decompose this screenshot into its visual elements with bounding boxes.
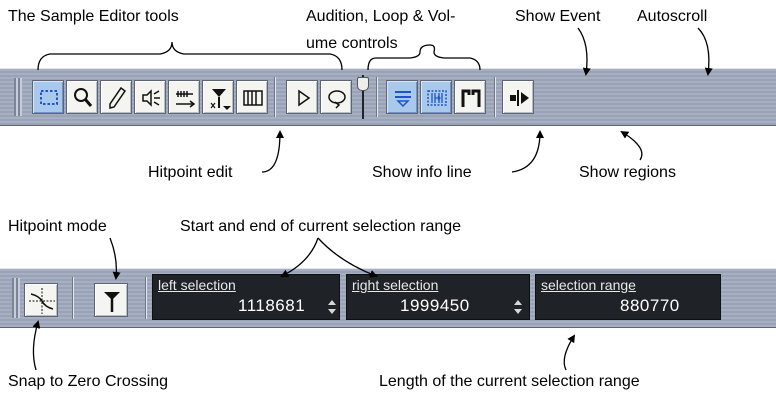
caption-audition-line1: Audition, Loop & Vol- [306,8,456,25]
regions-icon [461,89,481,107]
hitpoint-mode-icon [104,292,120,312]
snap-zero-crossing-button[interactable] [24,283,58,317]
show-event-button[interactable] [420,80,452,114]
loop-icon [328,90,346,109]
selection-range-value: 880770 [620,296,680,315]
audition-button[interactable] [286,80,318,114]
left-selection-display[interactable]: left selection 1118681 [152,274,340,320]
hitpoint-edit-arrow [261,130,284,173]
show-regions-arrow [620,130,643,161]
tools-bracket [37,41,343,71]
volume-slider-handle[interactable] [357,77,369,91]
volume-slider[interactable] [356,75,370,119]
selection-range-label: selection range [541,277,636,293]
play-icon [298,89,311,107]
show-regions-button[interactable] [454,80,486,114]
range-select-icon [40,90,58,105]
right-selection-display[interactable]: right selection 1999450 [346,274,530,320]
zero-crossing-icon [29,288,55,314]
caption-length-selection: Length of the current selection range [379,373,640,390]
range-select-tool-button[interactable] [32,80,64,114]
infobar-separator [72,277,74,319]
snap-zero-crossing-arrow [32,320,41,371]
autoscroll-button[interactable] [502,80,534,114]
info-line-icon [395,91,411,108]
grid-tool-button[interactable] [236,80,268,114]
caption-show-event: Show Event [515,8,601,25]
caption-sample-editor-tools: The Sample Editor tools [8,8,179,25]
caption-hitpoint-mode: Hitpoint mode [8,218,107,235]
show-info-line-arrow [511,130,544,173]
caption-show-info-line: Show info line [372,164,472,181]
toolbar-separator [274,77,276,117]
pencil-icon [109,86,127,109]
grid-icon [243,90,263,106]
scrub-icon [176,91,196,108]
sample-editor-infobar: left selection 1118681 right selection 1… [0,268,776,328]
speaker-play-icon [142,89,160,107]
autoscroll-icon [510,90,529,106]
right-selection-stepper-icon[interactable] [513,297,523,317]
hitpoint-edit-tool-button[interactable] [202,80,234,114]
caption-snap-zero-crossing: Snap to Zero Crossing [8,373,169,390]
magnifier-tool-button[interactable] [66,80,98,114]
caption-hitpoint-edit: Hitpoint edit [148,164,233,181]
caption-audition-line2: ume controls [306,35,398,52]
callout-lines [32,27,713,371]
left-selection-stepper-icon[interactable] [327,297,337,317]
magnifier-icon [74,88,93,107]
caption-start-end-selection: Start and end of current selection range [180,218,462,235]
toolbar-grip[interactable] [14,78,22,116]
caption-autoscroll: Autoscroll [637,8,708,25]
pencil-tool-button[interactable] [100,80,132,114]
event-icon [427,90,447,106]
left-selection-value[interactable]: 1118681 [238,296,305,316]
play-tool-button[interactable] [134,80,166,114]
infobar-grip[interactable] [12,278,20,318]
infobar-separator [145,277,147,319]
selection-range-display: selection range 880770 [535,274,721,320]
loop-button[interactable] [320,80,352,114]
left-selection-label: left selection [158,277,236,293]
show-info-line-button[interactable] [386,80,418,114]
scrub-tool-button[interactable] [168,80,200,114]
toolbar-separator [376,77,378,117]
sample-editor-toolbar [0,68,776,126]
hitpoint-edit-icon [210,89,231,110]
right-selection-value[interactable]: 1999450 [400,296,470,316]
right-selection-label: right selection [352,277,439,293]
length-selection-arrow [563,334,576,371]
caption-show-regions: Show regions [579,164,676,181]
hitpoint-mode-button[interactable] [94,283,128,317]
toolbar-separator [494,77,496,117]
